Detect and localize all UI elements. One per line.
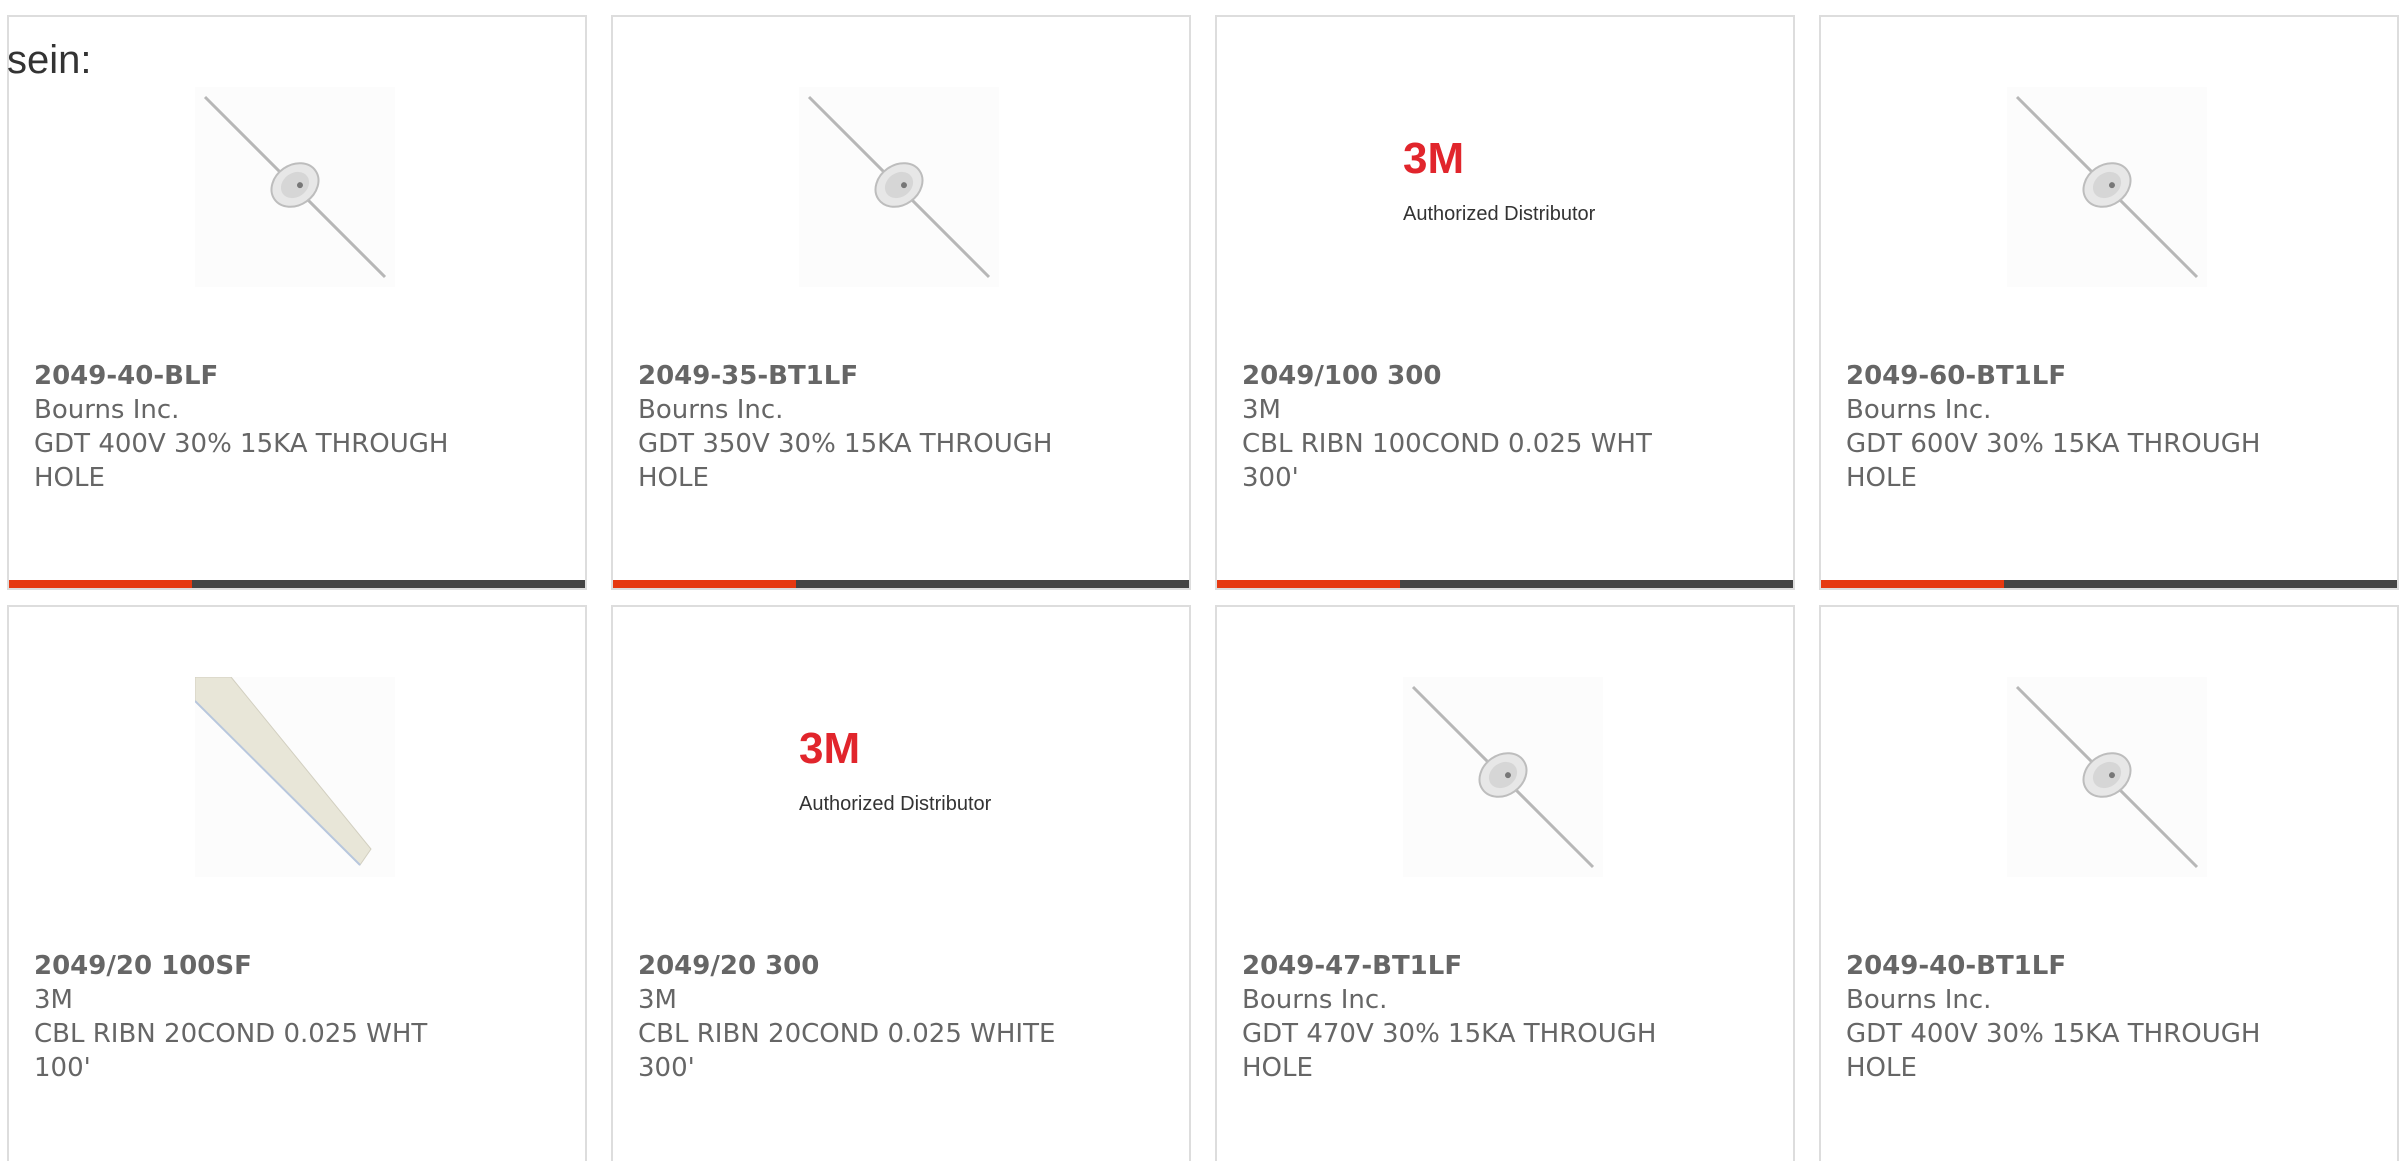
card-status-bar: [9, 580, 585, 588]
logo-brand-text: 3M: [1403, 134, 1464, 183]
product-description: CBL RIBN 20COND 0.025 WHT 100': [34, 1019, 428, 1083]
product-image[interactable]: [1403, 677, 1603, 877]
part-number[interactable]: 2049-35-BT1LF: [638, 359, 1068, 393]
product-description: GDT 600V 30% 15KA THROUGH HOLE: [1846, 429, 2261, 493]
gas-discharge-tube-image: [2015, 685, 2199, 869]
manufacturer-name: Bourns Inc.: [1846, 985, 1992, 1015]
manufacturer-name: 3M: [1242, 395, 1281, 425]
product-card[interactable]: 2049-35-BT1LF Bourns Inc. GDT 350V 30% 1…: [611, 15, 1191, 590]
card-status-bar: [1217, 580, 1793, 588]
part-number[interactable]: 2049-60-BT1LF: [1846, 359, 2276, 393]
product-card[interactable]: 3M Authorized Distributor 2049/20 300 3M…: [611, 605, 1191, 1161]
part-number[interactable]: 2049-47-BT1LF: [1242, 949, 1672, 983]
gas-discharge-tube-image: [2015, 95, 2199, 279]
product-info: 2049-47-BT1LF Bourns Inc. GDT 470V 30% 1…: [1242, 949, 1672, 1085]
product-card[interactable]: 2049-60-BT1LF Bourns Inc. GDT 600V 30% 1…: [1819, 15, 2399, 590]
product-card[interactable]: 2049-47-BT1LF Bourns Inc. GDT 470V 30% 1…: [1215, 605, 1795, 1161]
product-info: 2049/100 300 3M CBL RIBN 100COND 0.025 W…: [1242, 359, 1672, 495]
product-card[interactable]: 3M Authorized Distributor 2049/100 300 3…: [1215, 15, 1795, 590]
product-info: 2049-60-BT1LF Bourns Inc. GDT 600V 30% 1…: [1846, 359, 2276, 495]
product-description: GDT 400V 30% 15KA THROUGH HOLE: [34, 429, 449, 493]
product-info: 2049-40-BT1LF Bourns Inc. GDT 400V 30% 1…: [1846, 949, 2276, 1085]
manufacturer-name: 3M: [638, 985, 677, 1015]
part-number[interactable]: 2049-40-BLF: [34, 359, 464, 393]
logo-caption-text: Authorized Distributor: [799, 793, 992, 815]
product-card[interactable]: 2049-40-BLF Bourns Inc. GDT 400V 30% 15K…: [7, 15, 587, 590]
product-description: GDT 350V 30% 15KA THROUGH HOLE: [638, 429, 1053, 493]
manufacturer-name: 3M: [34, 985, 73, 1015]
manufacturer-name: Bourns Inc.: [1242, 985, 1388, 1015]
product-info: 2049-40-BLF Bourns Inc. GDT 400V 30% 15K…: [34, 359, 464, 495]
manufacturer-name: Bourns Inc.: [638, 395, 784, 425]
card-status-bar: [1821, 580, 2397, 588]
product-info: 2049/20 100SF 3M CBL RIBN 20COND 0.025 W…: [34, 949, 464, 1085]
truncated-prefix-text: sein:: [7, 38, 92, 82]
card-accent-segment: [1217, 580, 1400, 588]
card-status-bar: [613, 580, 1189, 588]
product-image[interactable]: [195, 87, 395, 287]
gas-discharge-tube-image: [203, 95, 387, 279]
part-number[interactable]: 2049-40-BT1LF: [1846, 949, 2276, 983]
product-description: GDT 470V 30% 15KA THROUGH HOLE: [1242, 1019, 1657, 1083]
manufacturer-name: Bourns Inc.: [1846, 395, 1992, 425]
part-number[interactable]: 2049/20 300: [638, 949, 1068, 983]
manufacturer-name: Bourns Inc.: [34, 395, 180, 425]
product-description: CBL RIBN 20COND 0.025 WHITE 300': [638, 1019, 1056, 1083]
part-number[interactable]: 2049/100 300: [1242, 359, 1672, 393]
logo-caption-text: Authorized Distributor: [1403, 203, 1596, 225]
product-card[interactable]: 2049/20 100SF 3M CBL RIBN 20COND 0.025 W…: [7, 605, 587, 1161]
gas-discharge-tube-image: [807, 95, 991, 279]
3m-authorized-distributor-logo: 3M Authorized Distributor: [799, 677, 999, 877]
product-description: CBL RIBN 100COND 0.025 WHT 300': [1242, 429, 1652, 493]
product-listing-page: sein: 2049-40-BLF Bourns Inc. GDT 400V 3…: [0, 0, 2400, 1161]
card-accent-segment: [9, 580, 192, 588]
product-image[interactable]: 3M Authorized Distributor: [799, 677, 999, 877]
product-image[interactable]: [2007, 677, 2207, 877]
logo-brand-text: 3M: [799, 724, 860, 773]
product-image[interactable]: [2007, 87, 2207, 287]
3m-authorized-distributor-logo: 3M Authorized Distributor: [1403, 87, 1603, 287]
product-description: GDT 400V 30% 15KA THROUGH HOLE: [1846, 1019, 2261, 1083]
ribbon-cable-image: [195, 677, 372, 866]
product-grid: 2049-40-BLF Bourns Inc. GDT 400V 30% 15K…: [7, 15, 2399, 1161]
part-number[interactable]: 2049/20 100SF: [34, 949, 464, 983]
product-image[interactable]: [799, 87, 999, 287]
product-card[interactable]: 2049-40-BT1LF Bourns Inc. GDT 400V 30% 1…: [1819, 605, 2399, 1161]
gas-discharge-tube-image: [1411, 685, 1595, 869]
card-accent-segment: [613, 580, 796, 588]
product-image[interactable]: 3M Authorized Distributor: [1403, 87, 1603, 287]
product-image[interactable]: [195, 677, 395, 877]
card-accent-segment: [1821, 580, 2004, 588]
product-info: 2049/20 300 3M CBL RIBN 20COND 0.025 WHI…: [638, 949, 1068, 1085]
product-info: 2049-35-BT1LF Bourns Inc. GDT 350V 30% 1…: [638, 359, 1068, 495]
